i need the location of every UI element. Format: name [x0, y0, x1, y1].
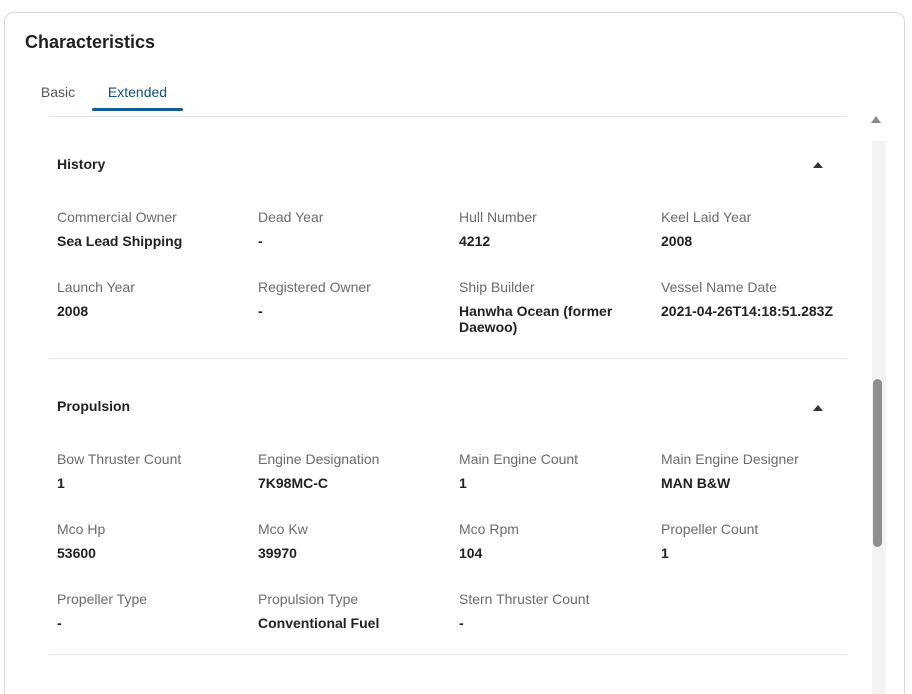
field-value: 7K98MC-C [258, 475, 329, 491]
field-label: Propeller Type [57, 591, 148, 607]
field-value: 2008 [57, 303, 89, 319]
field-mco-hp: Mco Hp 53600 [57, 520, 247, 561]
field-label: Main Engine Count [459, 451, 579, 467]
history-header[interactable]: History [57, 156, 105, 172]
field-dead-year: Dead Year - [258, 208, 448, 249]
field-bow-thruster-count: Bow Thruster Count 1 [57, 450, 247, 491]
field-label: Bow Thruster Count [57, 451, 182, 467]
field-value: 53600 [57, 545, 96, 561]
field-registered-owner: Registered Owner - [258, 278, 448, 319]
field-label: Dead Year [258, 209, 324, 225]
field-hull-number: Hull Number 4212 [459, 208, 649, 249]
field-vessel-name-date: Vessel Name Date 2021-04-26T14:18:51.283… [661, 278, 847, 319]
field-value: Hanwha Ocean (former Daewoo) [459, 303, 613, 335]
field-label: Commercial Owner [57, 209, 177, 225]
field-commercial-owner: Commercial Owner Sea Lead Shipping [57, 208, 247, 249]
field-keel-laid-year: Keel Laid Year 2008 [661, 208, 847, 249]
field-propeller-count: Propeller Count 1 [661, 520, 847, 561]
field-launch-year: Launch Year 2008 [57, 278, 247, 319]
field-label: Ship Builder [459, 279, 535, 295]
field-label: Mco Rpm [459, 521, 519, 537]
field-label: Registered Owner [258, 279, 371, 295]
field-label: Stern Thruster Count [459, 591, 590, 607]
active-tab-indicator [92, 108, 183, 111]
field-engine-designation: Engine Designation 7K98MC-C [258, 450, 448, 491]
field-value: - [258, 303, 263, 319]
field-label: Main Engine Designer [661, 451, 799, 467]
field-propulsion-type: Propulsion Type Conventional Fuel [258, 590, 448, 631]
field-label: Keel Laid Year [661, 209, 752, 225]
propulsion-header[interactable]: Propulsion [57, 398, 130, 414]
tab-extended[interactable]: Extended [92, 77, 183, 111]
field-value: 4212 [459, 233, 491, 249]
scroll-up-arrow-icon[interactable] [871, 116, 881, 123]
propulsion-section: Propulsion Bow Thruster Count 1 Engine D… [49, 359, 847, 655]
field-label: Propulsion Type [258, 591, 359, 607]
field-mco-kw: Mco Kw 39970 [258, 520, 448, 561]
characteristics-card: Characteristics Basic Extended History C… [4, 12, 905, 694]
scrollbar-thumb[interactable] [873, 379, 882, 547]
card-title: Characteristics [25, 32, 156, 52]
field-ship-builder: Ship Builder Hanwha Ocean (former Daewoo… [459, 278, 634, 335]
field-value: 2021-04-26T14:18:51.283Z [661, 303, 834, 319]
field-label: Mco Hp [57, 521, 106, 537]
field-value: - [258, 233, 263, 249]
extended-content: History Commercial Owner Sea Lead Shippi… [49, 117, 847, 694]
field-value: 1 [57, 475, 65, 491]
field-main-engine-count: Main Engine Count 1 [459, 450, 649, 491]
field-value: 39970 [258, 545, 297, 561]
section-divider [49, 654, 847, 655]
field-mco-rpm: Mco Rpm 104 [459, 520, 649, 561]
field-value: - [57, 615, 62, 631]
field-value: Sea Lead Shipping [57, 233, 183, 249]
field-value: MAN B&W [661, 475, 731, 491]
tab-basic[interactable]: Basic [27, 77, 89, 111]
field-value: 2008 [661, 233, 693, 249]
field-value: 1 [459, 475, 467, 491]
field-label: Vessel Name Date [661, 279, 777, 295]
field-value: 1 [661, 545, 669, 561]
field-label: Engine Designation [258, 451, 380, 467]
chevron-up-icon[interactable] [813, 405, 823, 411]
field-value: 104 [459, 545, 483, 561]
field-label: Launch Year [57, 279, 135, 295]
field-label: Mco Kw [258, 521, 308, 537]
chevron-up-icon[interactable] [813, 162, 823, 168]
field-propeller-type: Propeller Type - [57, 590, 247, 631]
field-stern-thruster-count: Stern Thruster Count - [459, 590, 649, 631]
field-value: - [459, 615, 464, 631]
field-value: Conventional Fuel [258, 615, 380, 631]
field-main-engine-designer: Main Engine Designer MAN B&W [661, 450, 847, 491]
field-label: Propeller Count [661, 521, 759, 537]
history-section: History Commercial Owner Sea Lead Shippi… [49, 117, 847, 359]
field-label: Hull Number [459, 209, 537, 225]
